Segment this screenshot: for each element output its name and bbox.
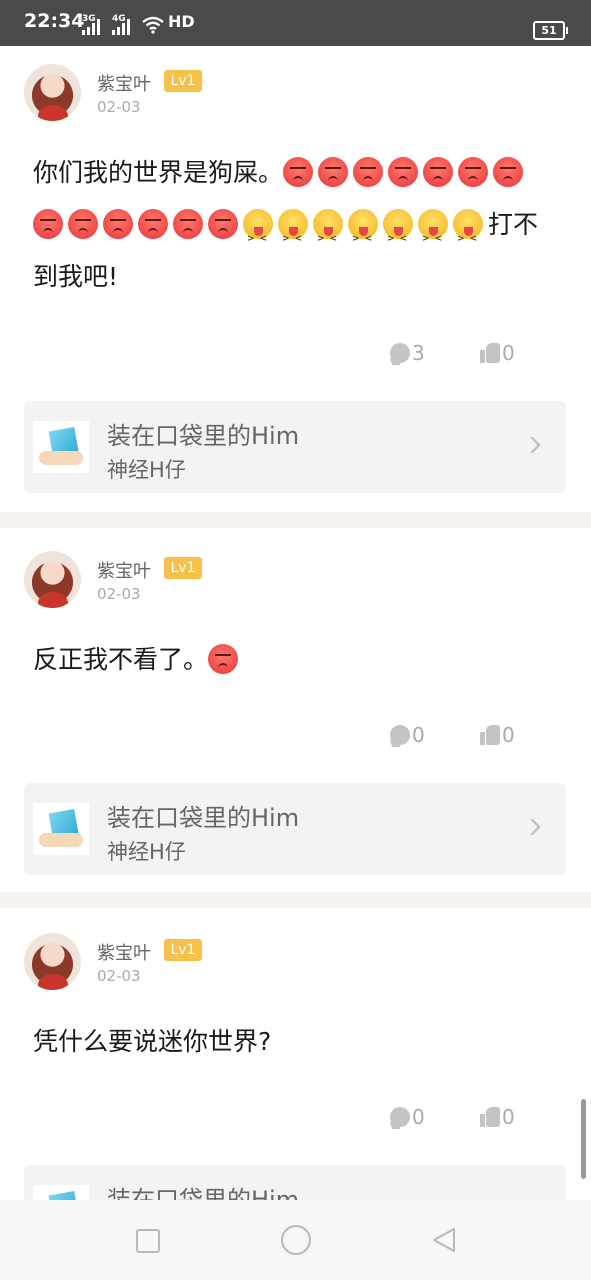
angry-emoji-icon xyxy=(318,157,349,187)
comment-count: 0 xyxy=(412,1105,425,1129)
like-button[interactable]: 0 xyxy=(480,723,515,747)
chevron-right-icon xyxy=(523,818,541,836)
like-count: 0 xyxy=(502,723,515,747)
avatar[interactable] xyxy=(24,551,81,608)
angry-emoji-icon xyxy=(458,157,489,187)
referenced-work-card[interactable]: 装在口袋里的Him 神经H仔 xyxy=(24,401,566,493)
post-content[interactable]: 凭什么要说迷你世界? xyxy=(33,1016,558,1068)
username[interactable]: 紫宝叶 xyxy=(97,70,151,96)
thumbs-up-icon xyxy=(480,343,500,363)
navigation-bar xyxy=(0,1200,591,1280)
angry-emoji-icon xyxy=(33,209,63,239)
comment-bubble-icon xyxy=(390,1107,410,1127)
avatar[interactable] xyxy=(24,64,81,121)
post-separator xyxy=(0,892,591,908)
like-button[interactable]: 0 xyxy=(480,1105,515,1129)
tongue-emoji-icon xyxy=(313,209,343,265)
username[interactable]: 紫宝叶 xyxy=(97,939,151,965)
post-text: 反正我不看了。 xyxy=(33,645,209,674)
thumbs-up-icon xyxy=(480,1107,500,1127)
post-separator xyxy=(0,512,591,528)
comment-bubble-icon xyxy=(390,343,410,363)
like-count: 0 xyxy=(502,1105,515,1129)
square-icon[interactable] xyxy=(136,1229,160,1253)
avatar[interactable] xyxy=(24,933,81,990)
tongue-emoji-icon xyxy=(383,209,413,265)
referenced-work-card[interactable]: 装在口袋里的Him 神经H仔 xyxy=(24,783,566,875)
status-time: 22:34 xyxy=(24,10,85,32)
level-badge: Lv1 xyxy=(164,70,202,92)
comment-bubble-icon xyxy=(390,725,410,745)
comment-count: 0 xyxy=(412,723,425,747)
angry-emoji-icon xyxy=(103,209,133,239)
tongue-emoji-icon xyxy=(418,209,448,265)
referenced-work-card[interactable]: 装在口袋里的Him xyxy=(24,1165,566,1200)
comment-button[interactable]: 3 xyxy=(390,341,425,365)
angry-emoji-icon xyxy=(173,209,203,239)
post-date: 02-03 xyxy=(97,585,141,603)
circle-icon[interactable] xyxy=(281,1225,311,1255)
post-card: 紫宝叶 Lv1 02-03 凭什么要说迷你世界? 0 0 装在口袋里的Him xyxy=(0,908,591,1200)
angry-emoji-icon xyxy=(283,157,314,187)
angry-emoji-icon xyxy=(353,157,384,187)
level-badge: Lv1 xyxy=(164,557,202,579)
comment-button[interactable]: 0 xyxy=(390,723,425,747)
tongue-emoji-icon xyxy=(453,209,483,265)
work-title: 装在口袋里的Him xyxy=(107,422,300,450)
angry-emoji-icon xyxy=(493,157,524,187)
angry-emoji-icon xyxy=(423,157,454,187)
post-card: 紫宝叶 Lv1 02-03 你们我的世界是狗屎。打不到我吧! 3 0 装在口袋里… xyxy=(0,46,591,512)
tongue-emoji-icon xyxy=(278,209,308,265)
chevron-right-icon xyxy=(523,436,541,454)
signal-icon xyxy=(82,19,104,35)
work-title: 装在口袋里的Him xyxy=(107,804,300,832)
angry-emoji-icon xyxy=(388,157,419,187)
battery-icon: 51 xyxy=(533,21,568,40)
wifi-icon xyxy=(142,16,164,34)
post-content[interactable]: 反正我不看了。 xyxy=(33,634,558,686)
angry-emoji-icon xyxy=(138,209,168,239)
tongue-emoji-icon xyxy=(243,209,273,265)
post-text: 凭什么要说迷你世界? xyxy=(33,1027,272,1056)
angry-emoji-icon xyxy=(68,209,98,239)
post-date: 02-03 xyxy=(97,98,141,116)
triangle-back-icon[interactable] xyxy=(430,1226,458,1254)
work-author: 神经H仔 xyxy=(107,458,186,482)
angry-emoji-icon xyxy=(208,644,239,674)
comment-count: 3 xyxy=(412,341,425,365)
post-date: 02-03 xyxy=(97,967,141,985)
work-thumbnail xyxy=(33,1185,89,1200)
scrollbar[interactable] xyxy=(581,1099,586,1179)
angry-emoji-icon xyxy=(208,209,238,239)
signal-icon-2 xyxy=(112,19,134,35)
tongue-emoji-icon xyxy=(348,209,378,265)
hd-indicator: HD xyxy=(168,12,195,31)
level-badge: Lv1 xyxy=(164,939,202,961)
work-thumbnail xyxy=(33,803,89,855)
comment-button[interactable]: 0 xyxy=(390,1105,425,1129)
post-text: 你们我的世界是狗屎。 xyxy=(33,158,284,187)
work-author: 神经H仔 xyxy=(107,840,186,864)
post-card: 紫宝叶 Lv1 02-03 反正我不看了。 0 0 装在口袋里的Him 神经H仔 xyxy=(0,528,591,892)
username[interactable]: 紫宝叶 xyxy=(97,557,151,583)
post-content[interactable]: 你们我的世界是狗屎。打不到我吧! xyxy=(33,147,558,303)
work-thumbnail xyxy=(33,421,89,473)
thumbs-up-icon xyxy=(480,725,500,745)
like-count: 0 xyxy=(502,341,515,365)
work-title: 装在口袋里的Him xyxy=(107,1186,300,1200)
status-bar: 22:34 3G 4G HD 51 xyxy=(0,0,591,46)
like-button[interactable]: 0 xyxy=(480,341,515,365)
